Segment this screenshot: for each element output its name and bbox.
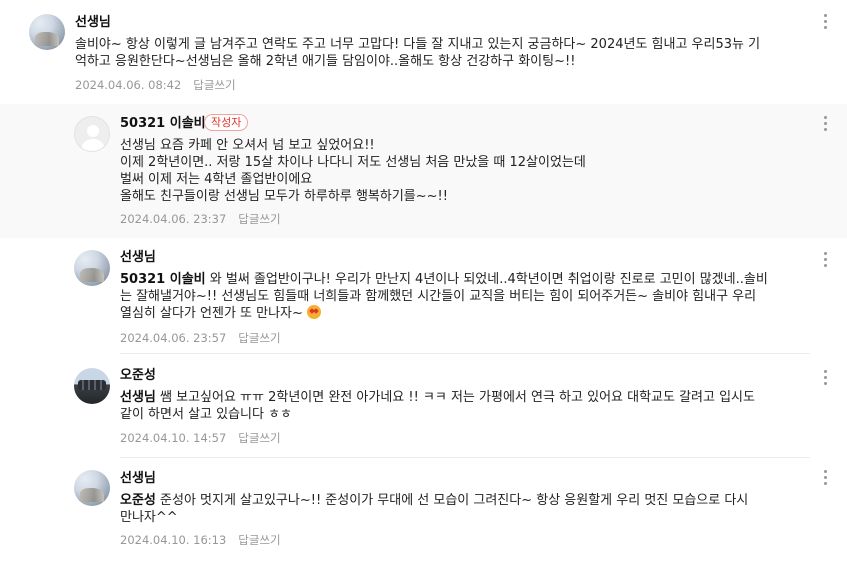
mention[interactable]: 선생님: [120, 390, 156, 405]
comment-nickname[interactable]: 선생님: [120, 250, 156, 266]
comment-item: 50321 이솔비 작성자 선생님 요즘 카페 안 오셔서 넘 보고 싶었어요!…: [0, 104, 847, 238]
comment-text: 솔비야~ 항상 이렇게 글 남겨주고 연락도 주고 너무 고맙다! 다들 잘 지…: [75, 37, 761, 69]
avatar[interactable]: [74, 368, 110, 404]
comment-meta: 2024.04.10. 16:13 답글쓰기: [120, 533, 281, 547]
comment-date: 2024.04.06. 08:42: [75, 78, 182, 92]
comment-item: 오준성 선생님 쌤 보고싶어요 ㅠㅠ 2학년이면 완전 아가네요 !! ㅋㅋ 저…: [0, 358, 847, 458]
comment-text: 선생님 쌤 보고싶어요 ㅠㅠ 2학년이면 완전 아가네요 !! ㅋㅋ 저는 가평…: [120, 389, 810, 423]
more-vertical-icon[interactable]: [819, 114, 833, 132]
comment-nickname[interactable]: 선생님: [120, 471, 156, 487]
star-struck-emoji: [307, 305, 322, 319]
comment-nickname[interactable]: 선생님: [75, 15, 111, 31]
comment-meta: 2024.04.06. 08:42 답글쓰기: [75, 78, 236, 92]
avatar[interactable]: [74, 470, 110, 506]
reply-button[interactable]: 답글쓰기: [238, 212, 280, 226]
author-badge: 작성자: [204, 114, 249, 131]
comment-meta: 2024.04.06. 23:37 답글쓰기: [120, 212, 281, 226]
divider: [120, 457, 810, 458]
avatar[interactable]: [74, 250, 110, 286]
comment-nickname[interactable]: 50321 이솔비: [120, 116, 206, 132]
comment-text: 50321 이솔비 와 벌써 졸업반이구나! 우리가 만난지 4년이나 되었네.…: [120, 271, 810, 322]
comment-meta: 2024.04.10. 14:57 답글쓰기: [120, 431, 281, 445]
comment-meta: 2024.04.06. 23:57 답글쓰기: [120, 331, 281, 345]
more-vertical-icon[interactable]: [819, 468, 833, 486]
more-vertical-icon[interactable]: [819, 12, 833, 30]
comment-item: 선생님 오준성 준성아 멋지게 살고있구나~!! 준성이가 무대에 선 모습이 …: [0, 462, 847, 562]
comment-date: 2024.04.10. 14:57: [120, 431, 227, 445]
comment-item: 선생님 솔비야~ 항상 이렇게 글 남겨주고 연락도 주고 너무 고맙다! 다들…: [0, 0, 847, 102]
comment-text: 선생님 요즘 카페 안 오셔서 넘 보고 싶었어요!! 이제 2학년이면.. 저…: [120, 138, 586, 204]
reply-button[interactable]: 답글쓰기: [238, 431, 280, 445]
comment-date: 2024.04.06. 23:57: [120, 331, 227, 345]
mention[interactable]: 50321 이솔비: [120, 272, 206, 287]
avatar[interactable]: [29, 14, 65, 50]
reply-button[interactable]: 답글쓰기: [238, 533, 280, 547]
comment-body: 와 벌써 졸업반이구나! 우리가 만난지 4년이나 되었네..4학년이면 취업이…: [120, 272, 768, 321]
mention[interactable]: 오준성: [120, 493, 156, 508]
reply-button[interactable]: 답글쓰기: [238, 331, 280, 345]
comment-text: 오준성 준성아 멋지게 살고있구나~!! 준성이가 무대에 선 모습이 그려진다…: [120, 492, 810, 526]
divider: [120, 353, 810, 354]
comment-nickname[interactable]: 오준성: [120, 368, 156, 384]
comment-body: 준성아 멋지게 살고있구나~!! 준성이가 무대에 선 모습이 그려진다~ 항상…: [120, 493, 749, 525]
comment-date: 2024.04.06. 23:37: [120, 212, 227, 226]
avatar[interactable]: [74, 116, 110, 152]
reply-button[interactable]: 답글쓰기: [193, 78, 235, 92]
more-vertical-icon[interactable]: [819, 368, 833, 386]
comment-body: 쌤 보고싶어요 ㅠㅠ 2학년이면 완전 아가네요 !! ㅋㅋ 저는 가평에서 연…: [120, 390, 755, 422]
more-vertical-icon[interactable]: [819, 250, 833, 268]
comment-date: 2024.04.10. 16:13: [120, 533, 227, 547]
comment-item: 선생님 50321 이솔비 와 벌써 졸업반이구나! 우리가 만난지 4년이나 …: [0, 240, 847, 354]
